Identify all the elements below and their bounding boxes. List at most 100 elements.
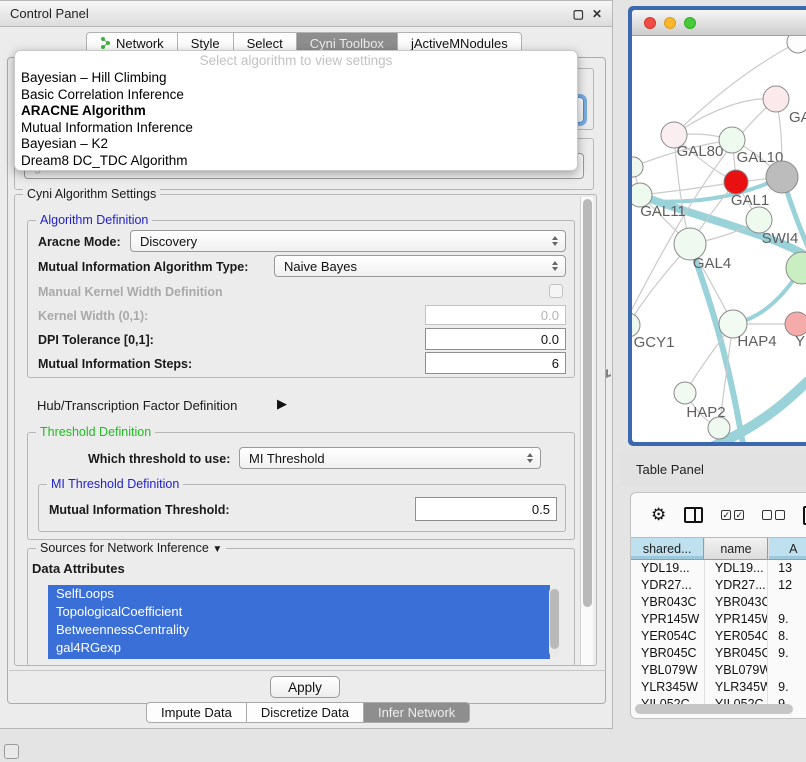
mi-algorithm-type-label: Mutual Information Algorithm Type:: [38, 260, 248, 274]
attribute-item[interactable]: TopologicalCoefficient: [48, 603, 550, 621]
deselect-all-icon[interactable]: [762, 510, 785, 520]
attribute-item[interactable]: gal4RGexp: [48, 639, 550, 657]
algorithm-option[interactable]: Bayesian – Hill Climbing: [15, 70, 577, 87]
network-node[interactable]: [787, 36, 806, 53]
mi-threshold-field[interactable]: 0.5: [415, 497, 557, 521]
table-cell: 8.: [767, 628, 806, 645]
table-row[interactable]: YBR043CYBR043C: [631, 594, 806, 611]
algorithm-definition-group: Algorithm Definition Aracne Mode: Discov…: [27, 220, 575, 378]
float-window-icon[interactable]: ▢: [573, 7, 584, 21]
table-cell: YPR145W: [631, 611, 704, 628]
table-row[interactable]: YLR345WYLR345W9.: [631, 679, 806, 696]
mi-threshold-group-title: MI Threshold Definition: [47, 477, 183, 491]
data-attributes-label: Data Attributes: [32, 561, 125, 576]
tab-label: jActiveMNodules: [411, 36, 508, 51]
mi-algorithm-type-combo[interactable]: Naive Bayes: [274, 255, 566, 277]
network-window-titlebar: [632, 10, 806, 36]
minimize-traffic-light-icon[interactable]: [664, 17, 676, 29]
attribute-item[interactable]: BetweennessCentrality: [48, 621, 550, 639]
table-cell: YLR345W: [631, 679, 704, 696]
split-columns-icon[interactable]: [684, 507, 703, 523]
table-cell: [767, 594, 806, 611]
tab-infer-network[interactable]: Infer Network: [363, 702, 470, 723]
tab-impute-data[interactable]: Impute Data: [146, 702, 246, 723]
network-node-gal[interactable]: [763, 86, 789, 112]
control-panel-window: Control Panel ▢ ✕ Network Style Select C…: [0, 0, 613, 729]
table-cell: 9.: [767, 645, 806, 662]
dpi-tolerance-field[interactable]: 0.0: [425, 328, 566, 350]
table-cell: YBL079W: [704, 662, 767, 679]
expand-right-icon[interactable]: ▶: [277, 396, 287, 412]
table-row[interactable]: YBL079WYBL079W: [631, 662, 806, 679]
table-cell: 12: [767, 577, 806, 594]
table-cell: YBR045C: [704, 645, 767, 662]
table-cell: YPR145W: [704, 611, 767, 628]
table-row[interactable]: YPR145WYPR145W9.: [631, 611, 806, 628]
aracne-mode-combo[interactable]: Discovery: [130, 230, 566, 252]
algorithm-option[interactable]: Bayesian – K2: [15, 136, 577, 153]
data-attributes-list[interactable]: SelfLoopsTopologicalCoefficientBetweenne…: [48, 585, 550, 659]
attribute-item[interactable]: SelfLoops: [48, 585, 550, 603]
close-traffic-light-icon[interactable]: [644, 17, 656, 29]
network-node-hap2[interactable]: [674, 382, 696, 404]
gear-icon[interactable]: ⚙: [651, 505, 666, 525]
node-label: HAP4: [737, 333, 776, 350]
algorithm-dropdown-popup: Select algorithm to view settings Bayesi…: [14, 50, 578, 171]
network-edge[interactable]: [640, 182, 736, 195]
which-threshold-value: MI Threshold: [249, 451, 325, 466]
network-canvas[interactable]: GALGAL80GAL10GAL1GAL11SWI4GAL4GCY1HAP4YH…: [632, 36, 806, 442]
node-label: GCY1: [634, 334, 675, 351]
node-table: shared... name A YDL19...YDL19...13YDR27…: [631, 537, 806, 718]
table-panel-title: Table Panel: [636, 462, 704, 477]
table-row[interactable]: YER054CYER054C8.: [631, 628, 806, 645]
node-label: GAL1: [731, 192, 769, 209]
mi-threshold-label: Mutual Information Threshold:: [49, 503, 230, 517]
kernel-width-field[interactable]: 0.0: [425, 305, 566, 325]
network-node[interactable]: [786, 252, 806, 284]
apply-label: Apply: [288, 680, 322, 695]
algorithm-option[interactable]: Basic Correlation Inference: [15, 87, 577, 104]
table-horizontal-scrollbar[interactable]: [635, 704, 793, 714]
algorithm-option[interactable]: Dream8 DC_TDC Algorithm: [15, 153, 577, 170]
collapse-down-icon[interactable]: ▼: [212, 544, 222, 555]
mi-steps-field[interactable]: 6: [425, 352, 566, 374]
table-row[interactable]: YDL19...YDL19...13: [631, 560, 806, 577]
apply-button[interactable]: Apply: [270, 676, 340, 698]
minimized-panel-icon[interactable]: [4, 744, 19, 759]
aracne-mode-label: Aracne Mode:: [38, 235, 121, 249]
table-cell: YDL19...: [704, 560, 767, 577]
table-cell: YDR27...: [631, 577, 704, 594]
table-header-row: shared... name A: [631, 538, 806, 560]
manual-kernel-width-checkbox[interactable]: [549, 284, 563, 298]
table-row[interactable]: YDR27...YDR27...12: [631, 577, 806, 594]
tab-discretize-data[interactable]: Discretize Data: [246, 702, 363, 723]
attributes-scrollbar[interactable]: [549, 587, 560, 657]
table-row[interactable]: YBR045CYBR045C9.: [631, 645, 806, 662]
settings-group-title: Cyni Algorithm Settings: [23, 187, 160, 201]
tab-label: Style: [191, 36, 220, 51]
algorithm-option-list: Bayesian – Hill ClimbingBasic Correlatio…: [15, 70, 577, 169]
node-label: GAL: [789, 109, 806, 126]
network-node-gal1[interactable]: [724, 170, 748, 194]
tab-label: Cyni Toolbox: [310, 36, 384, 51]
table-cell: YBR043C: [704, 594, 767, 611]
network-node[interactable]: [766, 161, 798, 193]
close-window-icon[interactable]: ✕: [592, 7, 602, 21]
column-header-name[interactable]: name: [704, 538, 767, 559]
dpi-tolerance-label: DPI Tolerance [0,1]:: [38, 333, 154, 347]
table-cell: YER054C: [704, 628, 767, 645]
network-node[interactable]: [708, 417, 730, 439]
sources-group: Sources for Network Inference ▼ Data Att…: [27, 548, 575, 666]
control-panel-title: Control Panel: [10, 6, 89, 21]
column-header-third[interactable]: A: [768, 538, 806, 559]
network-node[interactable]: [632, 157, 643, 177]
algorithm-option[interactable]: Mutual Information Inference: [15, 120, 577, 137]
zoom-traffic-light-icon[interactable]: [684, 17, 696, 29]
column-header-shared[interactable]: shared...: [631, 538, 704, 559]
mi-algorithm-type-value: Naive Bayes: [284, 259, 357, 274]
algorithm-option[interactable]: ARACNE Algorithm: [15, 103, 577, 120]
dpi-tolerance-value: 0.0: [541, 332, 559, 347]
which-threshold-combo[interactable]: MI Threshold: [239, 447, 541, 469]
select-all-icon[interactable]: ✓✓: [721, 510, 744, 520]
settings-scrollbar[interactable]: [580, 197, 593, 665]
